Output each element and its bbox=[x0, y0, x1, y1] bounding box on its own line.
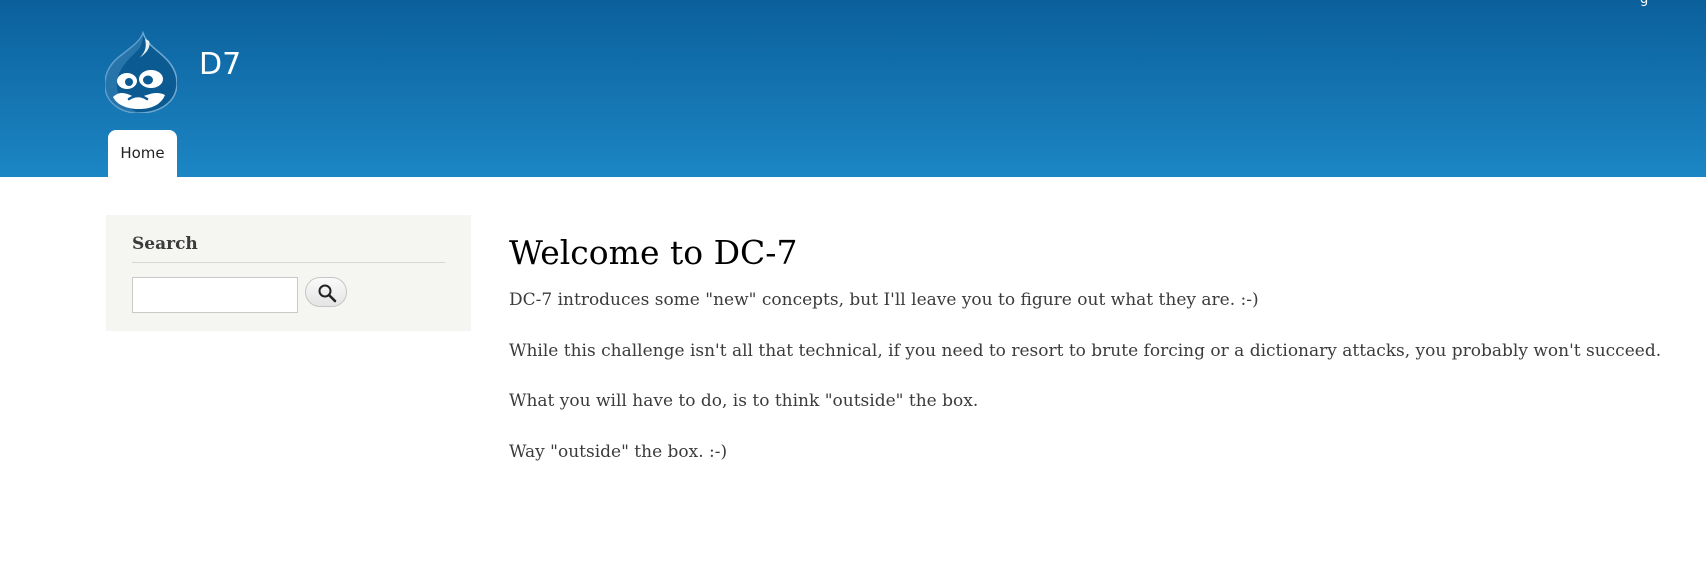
body-paragraph: While this challenge isn't all that tech… bbox=[509, 341, 1662, 361]
page-title: Welcome to DC-7 bbox=[509, 233, 798, 272]
tab-home[interactable]: Home bbox=[108, 130, 177, 177]
search-input[interactable] bbox=[132, 277, 298, 313]
search-block: Search bbox=[106, 215, 471, 331]
search-button[interactable] bbox=[305, 277, 347, 307]
site-name[interactable]: D7 bbox=[199, 47, 241, 82]
site-header: D7 g Home bbox=[0, 0, 1706, 177]
main-content: Welcome to DC-7 DC-7 introduces some "ne… bbox=[509, 231, 1679, 462]
drupal-drop-logo-icon[interactable] bbox=[104, 30, 178, 114]
search-block-title: Search bbox=[132, 234, 445, 263]
body-paragraph: DC-7 introduces some "new" concepts, but… bbox=[509, 290, 1259, 310]
search-icon bbox=[318, 284, 337, 303]
main-menu: Home bbox=[108, 130, 177, 177]
user-menu-link[interactable]: g bbox=[1640, 0, 1648, 7]
body-paragraph: What you will have to do, is to think "o… bbox=[509, 391, 979, 411]
body-paragraph: Way "outside" the box. :-) bbox=[509, 442, 728, 462]
